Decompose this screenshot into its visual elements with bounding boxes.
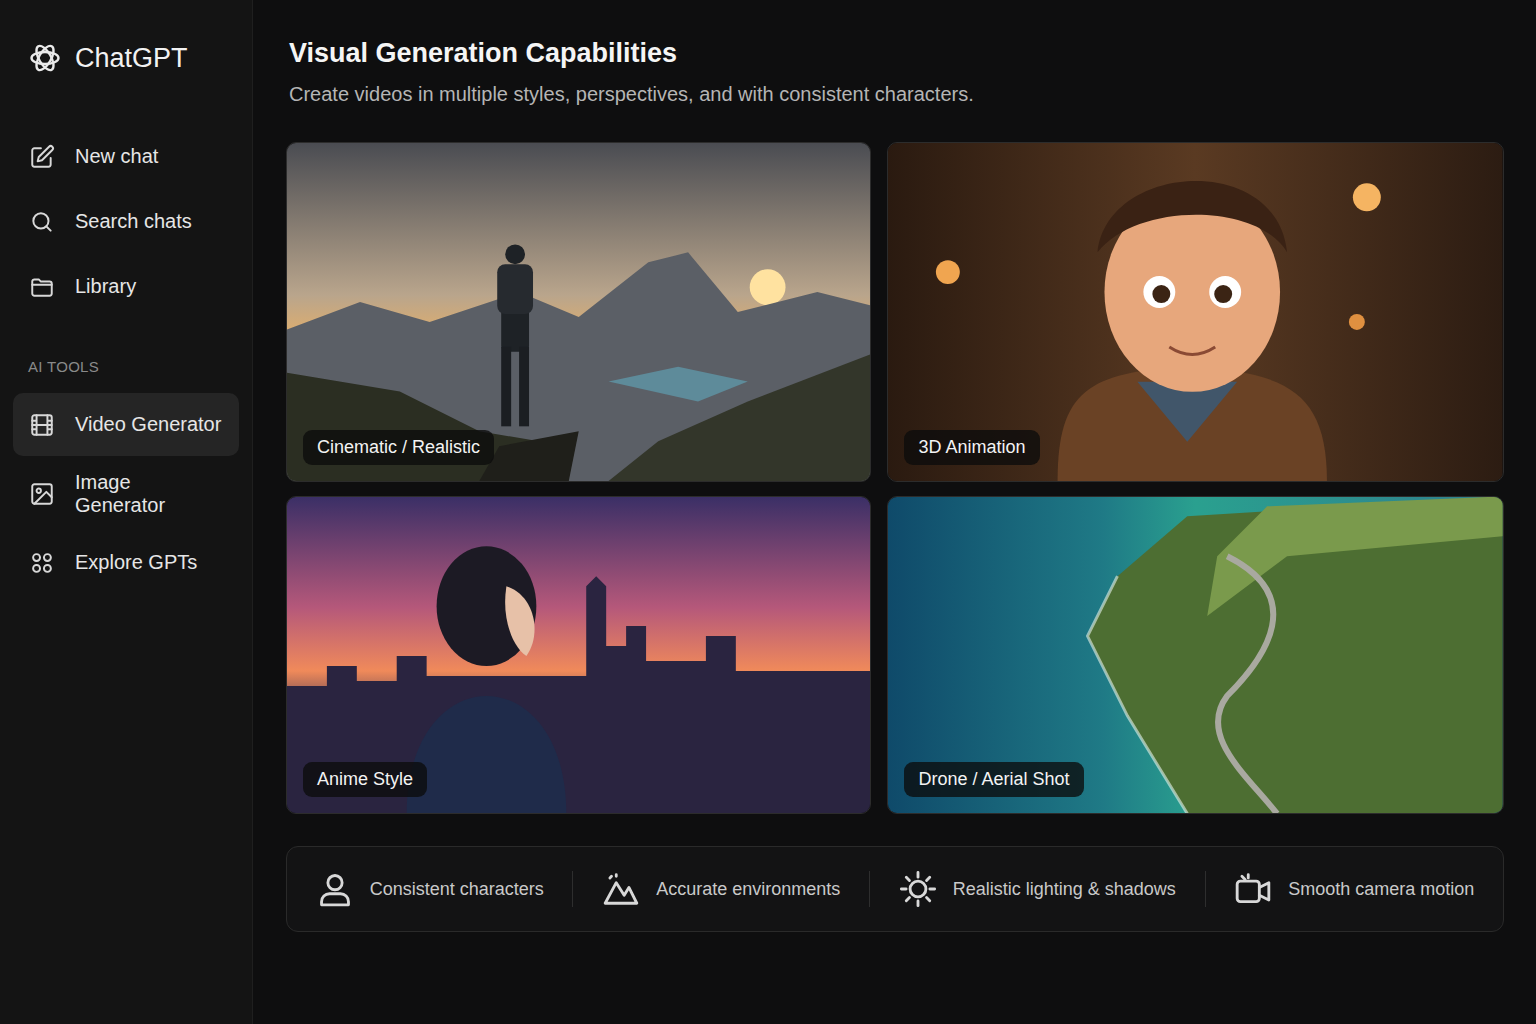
camera-icon [1234, 870, 1272, 908]
person-icon [316, 870, 354, 908]
tool-item[interactable]: Image Generator [13, 462, 239, 525]
sidebar-item[interactable]: Search chats [13, 190, 239, 253]
feature-item: Accurate environments [573, 870, 869, 908]
animation-card[interactable]: 3D Animation [887, 142, 1504, 482]
page-subtitle: Create videos in multiple styles, perspe… [289, 83, 1504, 106]
style-badge: Anime Style [303, 762, 427, 797]
divider [572, 871, 573, 907]
style-badge: 3D Animation [904, 430, 1039, 465]
sidebar-item[interactable]: New chat [13, 125, 239, 188]
logo-text: ChatGPT [75, 43, 188, 74]
feature-label: Realistic lighting & shadows [953, 879, 1176, 900]
folder-icon [29, 274, 55, 300]
sidebar: ChatGPT New chat Search chats Library AI TOO… [0, 0, 253, 1024]
sidebar-item[interactable]: Library [13, 255, 239, 318]
feature-label: Consistent characters [370, 879, 544, 900]
cinematic-card[interactable]: Cinematic / Realistic [286, 142, 871, 482]
style-badge: Drone / Aerial Shot [904, 762, 1083, 797]
feature-item: Realistic lighting & shadows [870, 870, 1205, 908]
tool-item-label: Image Generator [75, 471, 223, 517]
anime-card[interactable]: Anime Style [286, 496, 871, 814]
style-badge: Cinematic / Realistic [303, 430, 494, 465]
divider [1205, 871, 1206, 907]
tool-item[interactable]: Explore GPTs [13, 531, 239, 594]
tool-item-label: Video Generator [75, 413, 221, 436]
divider [869, 871, 870, 907]
search-icon [29, 209, 55, 235]
feature-item: Consistent characters [287, 870, 572, 908]
grid-icon [29, 550, 55, 576]
mountain-icon [602, 870, 640, 908]
film-icon [29, 412, 55, 438]
openai-logo-icon [27, 40, 63, 76]
feature-item: Smooth camera motion [1206, 870, 1504, 908]
new-chat-icon [29, 144, 55, 170]
features-bar: Consistent characters Accurate environmen… [286, 846, 1504, 932]
main-panel: Visual Generation Capabilities Create vid… [253, 0, 1536, 1024]
sun-icon [899, 870, 937, 908]
feature-label: Smooth camera motion [1288, 879, 1474, 900]
logo[interactable]: ChatGPT [13, 36, 239, 80]
feature-label: Accurate environments [656, 879, 840, 900]
drone-card[interactable]: Drone / Aerial Shot [887, 496, 1504, 814]
tool-item[interactable]: Video Generator [13, 393, 239, 456]
page-title: Visual Generation Capabilities [289, 38, 1504, 69]
style-grid: Cinematic / Realistic 3D Animation Anime S… [286, 142, 1504, 814]
sidebar-item-label: Search chats [75, 210, 192, 233]
section-label: AI TOOLS [13, 358, 239, 375]
sidebar-item-label: Library [75, 275, 136, 298]
sidebar-item-label: New chat [75, 145, 158, 168]
image-icon [29, 481, 55, 507]
tool-item-label: Explore GPTs [75, 551, 197, 574]
